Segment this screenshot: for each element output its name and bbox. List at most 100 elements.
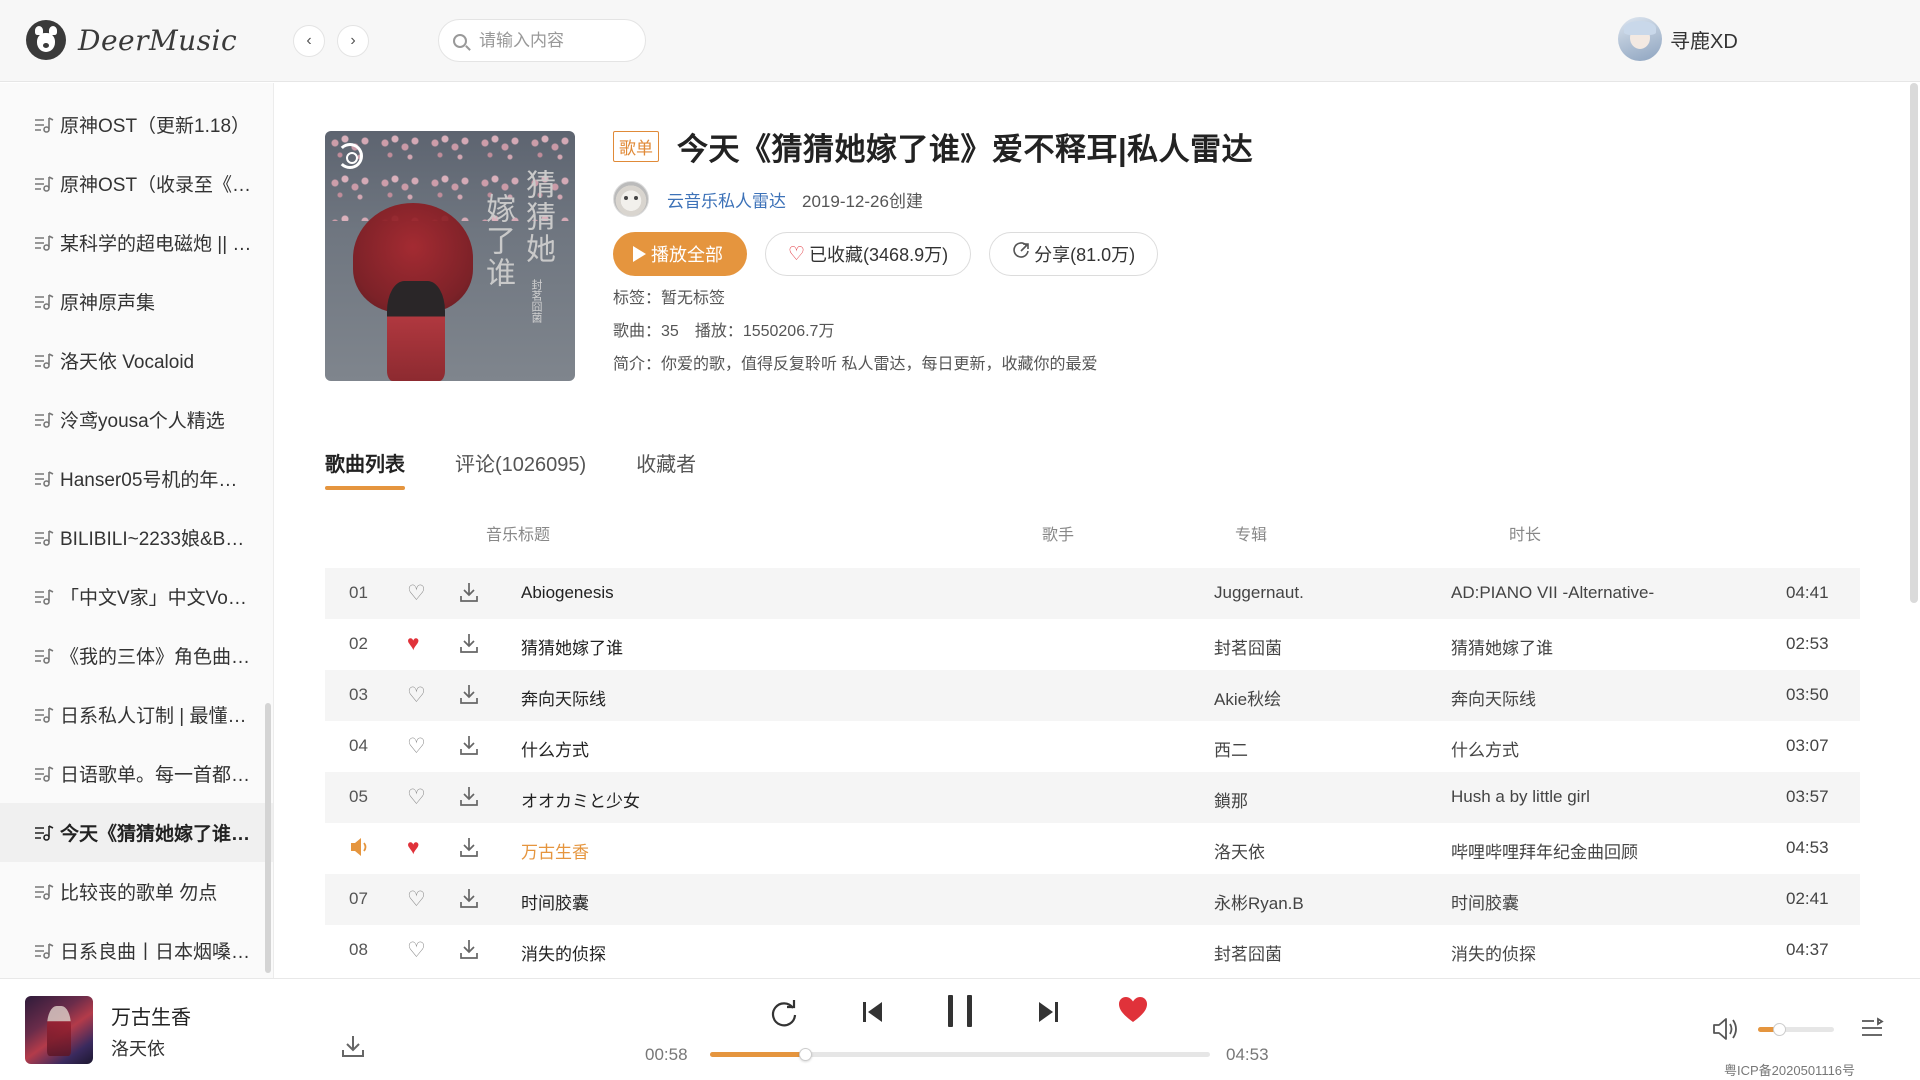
sidebar-playlist-item[interactable]: 泠鸢yousa个人精选 [0, 390, 273, 449]
search-box[interactable] [438, 19, 646, 62]
user-menu[interactable]: 寻鹿XD [1618, 17, 1738, 61]
heart-filled-icon[interactable]: ♥ [407, 632, 419, 656]
sidebar-playlist-item[interactable]: 日系私人订制 | 最懂… [0, 685, 273, 744]
download-icon[interactable] [459, 734, 479, 756]
sidebar-scrollbar[interactable] [265, 703, 271, 973]
song-album[interactable]: AD:PIANO VII -Alternative- [1451, 583, 1654, 603]
forward-button[interactable]: › [337, 25, 369, 57]
song-artist[interactable]: 西二 [1214, 736, 1248, 761]
playlist-queue-icon[interactable] [1860, 1017, 1884, 1041]
heart-filled-icon[interactable] [1118, 996, 1148, 1024]
heart-outline-icon[interactable]: ♡ [407, 734, 426, 759]
heart-outline-icon[interactable]: ♡ [407, 683, 426, 708]
download-icon[interactable] [459, 683, 479, 705]
playlist-cover[interactable]: 猜猜她 嫁了谁 封茗囧菌 [325, 131, 575, 381]
download-icon[interactable] [340, 1033, 366, 1059]
sidebar-playlist-item[interactable]: 日系良曲丨日本烟嗓… [0, 921, 273, 978]
heart-outline-icon[interactable]: ♡ [407, 887, 426, 912]
now-playing-title[interactable]: 万古生香 [111, 1001, 191, 1030]
creator-link[interactable]: 云音乐私人雷达 [667, 187, 786, 212]
song-artist[interactable]: Akie秋绘 [1214, 685, 1281, 710]
song-artist[interactable]: 鎖那 [1214, 787, 1248, 812]
sidebar-playlist-item[interactable]: 日语歌单。每一首都… [0, 744, 273, 803]
search-input[interactable] [479, 30, 629, 51]
creator-avatar[interactable] [613, 181, 649, 217]
sidebar-playlist-item[interactable]: 《我的三体》角色曲… [0, 626, 273, 685]
sidebar-playlist-item[interactable]: 某科学的超电磁炮 || … [0, 213, 273, 272]
heart-filled-icon[interactable]: ♥ [407, 836, 419, 860]
song-album[interactable]: 哔哩哔哩拜年纪金曲回顾 [1451, 838, 1638, 863]
song-row[interactable]: 04 ♡ 什么方式 西二 什么方式 03:07 [325, 721, 1860, 772]
next-track-icon[interactable] [1036, 999, 1060, 1025]
download-icon[interactable] [459, 938, 479, 960]
song-artist[interactable]: Juggernaut. [1214, 583, 1304, 603]
song-row[interactable]: 03 ♡ 奔向天际线 Akie秋绘 奔向天际线 03:50 [325, 670, 1860, 721]
now-playing-artist[interactable]: 洛天依 [111, 1035, 165, 1061]
progress-handle[interactable] [799, 1048, 812, 1061]
sidebar-playlist-item[interactable]: 今天《猜猜她嫁了谁… [0, 803, 273, 862]
heart-outline-icon[interactable]: ♡ [407, 938, 426, 963]
main-scrollbar[interactable] [1910, 83, 1918, 603]
song-artist[interactable]: 封茗囧菌 [1214, 634, 1282, 659]
song-artist[interactable]: 洛天依 [1214, 838, 1265, 863]
sidebar-playlist-label: 《我的三体》角色曲… [60, 647, 251, 668]
cover-signature: 封茗囧菌 [530, 279, 542, 323]
cover-title-text: 嫁了谁 [480, 193, 515, 289]
play-all-button[interactable]: 播放全部 [613, 232, 747, 276]
sidebar-playlist-item[interactable]: 原神OST（更新1.18） [0, 95, 273, 154]
tab-collectors[interactable]: 收藏者 [636, 448, 696, 490]
song-album[interactable]: 猜猜她嫁了谁 [1451, 634, 1553, 659]
sidebar-playlist-item[interactable]: 原神OST（收录至《… [0, 154, 273, 213]
app-logo[interactable]: DeerMusic [26, 20, 237, 60]
heart-outline-icon[interactable]: ♡ [407, 581, 426, 606]
song-row[interactable]: ♥ 万古生香 洛天依 哔哩哔哩拜年纪金曲回顾 04:53 [325, 823, 1860, 874]
heart-outline-icon[interactable]: ♡ [407, 785, 426, 810]
sidebar-playlist-item[interactable]: 原神原声集 [0, 272, 273, 331]
download-icon[interactable] [459, 785, 479, 807]
pause-icon[interactable] [945, 993, 975, 1029]
song-album[interactable]: Hush a by little girl [1451, 787, 1590, 807]
now-playing-cover[interactable] [25, 996, 93, 1064]
song-title: オオカミと少女 [521, 792, 640, 811]
progress-slider[interactable] [710, 1048, 1210, 1061]
song-album[interactable]: 什么方式 [1451, 736, 1519, 761]
sidebar-playlist-item[interactable]: BILIBILI~2233娘&B… [0, 508, 273, 567]
song-album[interactable]: 消失的侦探 [1451, 940, 1536, 965]
cover-title-text: 猜猜她 [520, 169, 555, 265]
sidebar-playlist-item[interactable]: 比较丧的歌单 勿点 [0, 862, 273, 921]
download-icon[interactable] [459, 632, 479, 654]
song-album[interactable]: 时间胶囊 [1451, 889, 1519, 914]
song-artist[interactable]: 永彬Ryan.B [1214, 889, 1304, 914]
download-icon[interactable] [459, 581, 479, 603]
volume-icon[interactable] [1712, 1016, 1740, 1042]
user-name[interactable]: 寻鹿XD [1670, 25, 1738, 54]
song-artist[interactable]: 封茗囧菌 [1214, 940, 1282, 965]
loop-mode-icon[interactable] [768, 998, 800, 1030]
play-count: 播放：1550206.7万 [694, 323, 835, 340]
music-list-icon [34, 352, 54, 370]
tab-comments[interactable]: 评论(1026095) [455, 448, 586, 490]
sidebar-playlist-item[interactable]: 洛天依 Vocaloid [0, 331, 273, 390]
collect-button[interactable]: ♡ 已收藏(3468.9万) [765, 232, 972, 276]
song-row[interactable]: 01 ♡ Abiogenesis Juggernaut. AD:PIANO VII -A… [325, 568, 1860, 619]
previous-track-icon[interactable] [861, 999, 885, 1025]
sidebar-playlist-item[interactable]: 「中文V家」中文Vo… [0, 567, 273, 626]
volume-slider[interactable] [1758, 1023, 1834, 1036]
song-row[interactable]: 07 ♡ 时间胶囊 永彬Ryan.B 时间胶囊 02:41 [325, 874, 1860, 925]
song-table-header: 音乐标题 歌手 专辑 时长 [325, 511, 1860, 551]
song-row[interactable]: 05 ♡ オオカミと少女 鎖那 Hush a by little girl 03:57 [325, 772, 1860, 823]
sidebar-playlist-item[interactable]: Hanser05号机的年… [0, 449, 273, 508]
tab-song-list[interactable]: 歌曲列表 [325, 448, 405, 490]
download-icon[interactable] [459, 887, 479, 909]
play-all-label: 播放全部 [651, 245, 723, 265]
song-row[interactable]: 08 ♡ 消失的侦探 封茗囧菌 消失的侦探 04:37 [325, 925, 1860, 976]
share-button[interactable]: 分享(81.0万) [989, 232, 1159, 276]
song-row[interactable]: 02 ♥ 猜猜她嫁了谁 封茗囧菌 猜猜她嫁了谁 02:53 [325, 619, 1860, 670]
back-button[interactable]: ‹ [293, 25, 325, 57]
user-avatar[interactable] [1618, 17, 1662, 61]
icp-license-text[interactable]: 粤ICP备2020501116号 [1724, 1060, 1855, 1079]
song-title: 万古生香 [521, 843, 589, 862]
volume-handle[interactable] [1773, 1023, 1787, 1036]
song-album[interactable]: 奔向天际线 [1451, 685, 1536, 710]
download-icon[interactable] [459, 836, 479, 858]
